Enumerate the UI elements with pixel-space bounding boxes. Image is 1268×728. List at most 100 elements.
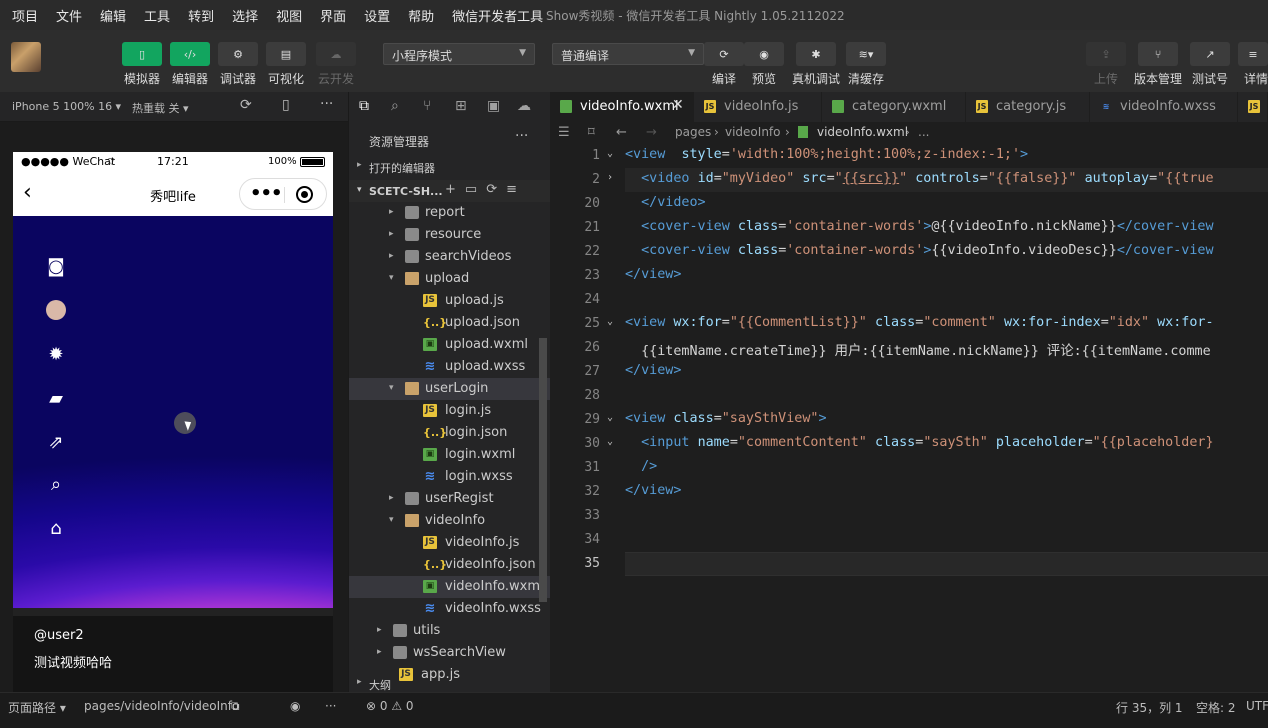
search-icon[interactable]: ⌕ [391,98,399,114]
tree-item[interactable]: ▾ upload [349,268,551,290]
menu-item[interactable]: 编辑 [88,6,132,25]
page-path-label[interactable]: 页面路径 ▾ [8,699,66,716]
tree-item[interactable]: {..} upload.json [349,312,551,334]
new-file-icon[interactable]: + [445,182,465,197]
tree-item[interactable]: ▸ resource [349,224,551,246]
tree-item[interactable]: ≋ login.wxss [349,466,551,488]
storage-icon[interactable]: ▣ [487,98,500,114]
new-folder-icon[interactable]: ▭ [465,182,486,197]
source-control-icon[interactable]: ⑂ [423,98,431,114]
menu-item[interactable]: 选择 [220,6,264,25]
fold-chevron-icon[interactable]: ⌄ [607,148,613,159]
fold-chevron-icon[interactable]: › [607,172,613,183]
editor-tab[interactable]: category.wxml [822,92,966,122]
remote-debug-button[interactable]: ✱ [796,42,836,66]
menu-item[interactable]: 转到 [176,6,220,25]
tree-item[interactable]: ≋ videoInfo.wxss [349,598,551,620]
close-icon[interactable]: ✕ [672,97,684,113]
preview-button[interactable]: ◉ [744,42,784,66]
compile-select[interactable]: 普通编译 ▼ [552,43,704,65]
cloud-button[interactable]: ☁ [316,42,356,66]
editor-toggle-button[interactable]: ‹/› [170,42,210,66]
editor-tab[interactable]: JSi [1238,92,1268,122]
cursor-position[interactable]: 行 35，列 1 [1116,699,1183,716]
tree-item[interactable]: {..} videoInfo.json [349,554,551,576]
project-actions[interactable]: +▭⟳≡ [445,182,526,197]
menu-item[interactable]: 项目 [0,6,44,25]
device-select[interactable]: iPhone 5 100% 16 ▾ [12,100,121,113]
version-button[interactable]: ⑂ [1138,42,1178,66]
menu-item[interactable]: 视图 [264,6,308,25]
publisher-avatar[interactable] [46,300,66,320]
tree-item[interactable]: ▣ upload.wxml [349,334,551,356]
docker-icon[interactable]: ☁ [517,98,531,114]
collapse-icon[interactable]: ≡ [506,182,526,197]
menu-item[interactable]: 微信开发者工具 [440,6,549,25]
breadcrumb-file[interactable]: videoInfo.wxml [817,125,908,139]
tree-item[interactable]: {..} login.json [349,422,551,444]
video-player[interactable]: ◙ ✹ ▰ ⇗ ⌕ ⌂ [13,216,333,616]
like-star-icon[interactable]: ✹ [45,344,67,366]
code-editor[interactable]: 1 ⌄ <view style='width:100%;height:100%;z-… [550,144,1268,692]
breadcrumb-pages[interactable]: pages [675,125,711,139]
menu-item[interactable]: 帮助 [396,6,440,25]
close-mini-program-icon[interactable] [296,186,313,203]
editor-tab[interactable]: JS videoInfo.js [694,92,822,122]
hot-reload-toggle[interactable]: 热重载 关 ▾ [132,100,189,116]
clear-cache-button[interactable]: ≋▾ [846,42,886,66]
phone-frame-icon[interactable]: ▯ [282,97,290,113]
breadcrumb-folder[interactable]: videoInfo [725,125,781,139]
compile-button[interactable]: ⟳ [704,42,744,66]
tree-item[interactable]: ▣ login.wxml [349,444,551,466]
editor-tab[interactable]: videoInfo.wxml ✕ [550,92,694,122]
editor-tab[interactable]: ≋ videoInfo.wxss [1090,92,1238,122]
tree-item[interactable]: ▸ searchVideos [349,246,551,268]
tree-item[interactable]: ▣ videoInfo.wxml [349,576,551,598]
share-icon[interactable]: ⇗ [45,432,67,454]
back-arrow-icon[interactable]: ← [616,125,627,140]
home-icon[interactable]: ⌂ [45,518,67,540]
explorer-scrollbar[interactable] [539,338,547,602]
comment-icon[interactable]: ▰ [45,388,67,410]
more-icon[interactable]: ··· [515,128,528,144]
tree-item[interactable]: ≋ upload.wxss [349,356,551,378]
bookmark-icon[interactable]: ⌑ [588,125,595,140]
more-icon[interactable]: ··· [325,699,336,713]
editor-tab[interactable]: JS category.js [966,92,1090,122]
tree-item[interactable]: ▸ userRegist [349,488,551,510]
breadcrumb-more[interactable]: ... [918,125,929,139]
upload-button[interactable]: ⇪ [1086,42,1126,66]
tree-item[interactable]: ▾ videoInfo [349,510,551,532]
problems-count[interactable]: ⊗ 0 ⚠ 0 [366,699,414,713]
fold-chevron-icon[interactable]: ⌄ [607,316,613,327]
tree-item[interactable]: JS upload.js [349,290,551,312]
project-section[interactable]: ▾ SCETC-SH... +▭⟳≡ [349,180,551,202]
extensions-icon[interactable]: ⊞ [455,98,467,114]
camera-icon[interactable]: ◙ [45,256,67,278]
test-account-button[interactable]: ↗ [1190,42,1230,66]
menu-item[interactable]: 设置 [352,6,396,25]
simulator-toggle-button[interactable]: ▯ [122,42,162,66]
menu-item[interactable]: 工具 [132,6,176,25]
copy-icon[interactable]: ⧉ [231,699,240,714]
encoding[interactable]: UTF [1246,699,1268,713]
files-icon[interactable]: ⧉ [359,98,369,114]
open-editors-section[interactable]: ▸ 打开的编辑器 [349,156,551,178]
search-icon[interactable]: ⌕ [45,474,67,496]
tree-item[interactable]: JS videoInfo.js [349,532,551,554]
mode-select[interactable]: 小程序模式 ▼ [383,43,535,65]
eye-icon[interactable]: ◉ [290,699,300,713]
menu-item[interactable]: 界面 [308,6,352,25]
forward-arrow-icon[interactable]: → [646,125,657,140]
tree-item[interactable]: ▸ report [349,202,551,224]
fold-chevron-icon[interactable]: ⌄ [607,436,613,447]
more-dots-icon[interactable]: ••• [250,183,283,204]
tree-item[interactable]: JS login.js [349,400,551,422]
list-icon[interactable]: ☰ [558,125,570,140]
tree-item[interactable]: ▸ utils [349,620,551,642]
user-avatar[interactable] [11,42,41,72]
visualize-toggle-button[interactable]: ▤ [266,42,306,66]
outline-section[interactable]: ▸ 大纲 [349,676,551,692]
debugger-toggle-button[interactable]: ⚙ [218,42,258,66]
refresh-icon[interactable]: ⟳ [486,182,506,197]
